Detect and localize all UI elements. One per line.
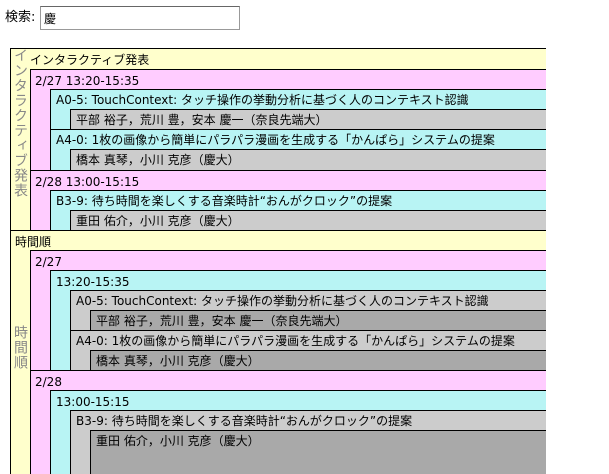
paper-title[interactable]: A0-5: TouchContext: タッチ操作の挙動分析に基づく人のコンテキ… (76, 294, 489, 308)
paper-authors: 重田 佑介，小川 克彦（慶大） (76, 214, 240, 228)
day-label: 2/28 (35, 375, 62, 389)
paper-authors: 重田 佑介，小川 克彦（慶大） (96, 434, 260, 448)
paper-title[interactable]: B3-9: 待ち時間を楽しくする音楽時計“おんがクロック”の提案 (56, 194, 392, 208)
paper-authors: 平部 裕子，荒川 豊，安本 慶一（奈良先端大） (76, 113, 328, 127)
chrono-section-title: 時間順 (15, 235, 52, 249)
paper-indent (50, 149, 70, 170)
paper-indent (70, 350, 90, 370)
chrono-side-label: 時間順 (12, 325, 28, 370)
search-input[interactable] (40, 6, 240, 30)
paper-title[interactable]: B3-9: 待ち時間を楽しくする音楽時計“おんがクロック”の提案 (76, 414, 412, 428)
paper-title[interactable]: A4-0: 1枚の画像から簡単にパラパラ漫画を生成する「かんぱら」システムの提案 (56, 133, 495, 147)
paper-indent (70, 310, 90, 330)
date-label: 2/27 13:20-15:35 (35, 74, 140, 88)
date-label: 2/28 13:00-15:15 (35, 175, 140, 189)
paper-authors: 橋本 真琴，小川 克彦（慶大） (76, 153, 240, 167)
slot-label: 13:20-15:35 (56, 275, 130, 289)
interactive-section-title: インタラクティブ発表 (30, 53, 150, 67)
paper-indent (50, 109, 70, 129)
slot-label: 13:00-15:15 (56, 395, 130, 409)
paper-authors: 平部 裕子，荒川 豊，安本 慶一（奈良先端大） (96, 314, 348, 328)
paper-title[interactable]: A4-0: 1枚の画像から簡単にパラパラ漫画を生成する「かんぱら」システムの提案 (76, 334, 515, 348)
paper-title[interactable]: A0-5: TouchContext: タッチ操作の挙動分析に基づく人のコンテキ… (56, 93, 469, 107)
paper-authors: 橋本 真琴，小川 克彦（慶大） (96, 354, 260, 368)
search-label: 検索: (5, 10, 36, 25)
day-label: 2/27 (35, 255, 62, 269)
interactive-side-label: インタラクティブ発表 (12, 48, 28, 198)
paper-indent (50, 210, 70, 230)
